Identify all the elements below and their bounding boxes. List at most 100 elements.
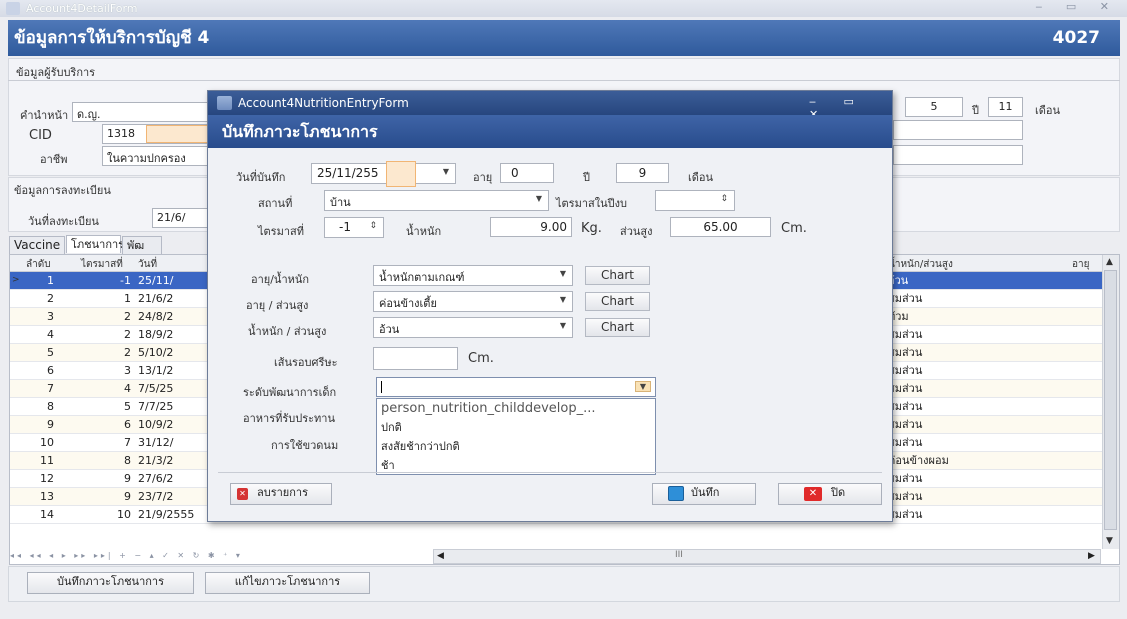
dialog-header: บันทึกภาวะโภชนาการ	[208, 115, 892, 148]
fiscal-quarter-spinner[interactable]: ⇕	[655, 190, 735, 211]
tab-development[interactable]: พัฒ	[122, 236, 162, 254]
age-weight-dropdown-icon[interactable]: ▼	[560, 269, 566, 278]
hscroll-left-icon[interactable]: ◀	[437, 551, 444, 561]
child-development-select[interactable]: ▼	[376, 377, 656, 397]
age-weight-value: น้ำหนักตามเกณฑ์	[379, 271, 465, 284]
cell-seq: 7	[47, 382, 54, 395]
occupation-label: อาชีพ	[40, 153, 68, 166]
age-height-dropdown-icon[interactable]: ▼	[560, 295, 566, 304]
hscroll-grip[interactable]: III	[675, 550, 683, 560]
age-year-field[interactable]: 0	[500, 163, 554, 183]
dropdown-option[interactable]: สงสัยช้ากว่าปกติ	[377, 437, 655, 456]
recipient-field-2[interactable]	[893, 120, 1023, 140]
cell-seq: 13	[40, 490, 54, 503]
cell-date: 5/10/2	[138, 346, 174, 359]
close-label: ปิด	[831, 486, 846, 499]
edit-nutrition-button[interactable]: แก้ไขภาวะโภชนาการ	[205, 572, 370, 594]
age-weight-label: อายุ/น้ำหนัก	[251, 273, 310, 286]
cell-q: -1	[120, 274, 131, 287]
registration-date-field[interactable]: 21/6/	[152, 208, 212, 228]
cell-wh: ค่อนข้างผอม	[888, 454, 949, 467]
age-height-chart-button[interactable]: Chart	[585, 292, 650, 311]
place-select[interactable]: บ้าน ▼	[324, 190, 549, 211]
cell-date: 24/8/2	[138, 310, 174, 323]
age-weight-select[interactable]: น้ำหนักตามเกณฑ์ ▼	[373, 265, 573, 286]
scroll-thumb[interactable]	[1104, 270, 1117, 530]
height-field[interactable]: 65.00	[670, 217, 771, 237]
month-label: เดือน	[1035, 104, 1061, 117]
window-controls[interactable]: ‒ ▭ ✕	[1035, 0, 1119, 13]
cell-date: 21/9/2555	[138, 508, 195, 521]
cell-date: 13/1/2	[138, 364, 174, 377]
col-age[interactable]: อายุ	[1072, 257, 1089, 272]
close-button[interactable]: ปิด	[778, 483, 882, 505]
age-height-label: อายุ / ส่วนสูง	[246, 299, 309, 312]
spinner-icon[interactable]: ⇕	[720, 194, 728, 204]
cell-date: 21/6/2	[138, 292, 174, 305]
hscroll-right-icon[interactable]: ▶	[1088, 551, 1095, 561]
height-label: ส่วนสูง	[620, 225, 653, 238]
weight-height-dropdown-icon[interactable]: ▼	[560, 321, 566, 330]
delete-label: ลบรายการ	[257, 486, 308, 499]
age-month-field[interactable]: 9	[616, 163, 669, 183]
age-height-select[interactable]: ค่อนข้างเตี้ย ▼	[373, 291, 573, 312]
col-seq[interactable]: ลำดับ	[26, 257, 51, 272]
cell-seq: 6	[47, 364, 54, 377]
date-dropdown-icon[interactable]: ▼	[443, 167, 449, 176]
weight-height-value: อ้วน	[379, 323, 400, 336]
age-year-field[interactable]: 11	[988, 97, 1023, 117]
head-cm-label: Cm.	[468, 351, 494, 366]
recipient-section-title: ข้อมูลผู้รับบริการ	[16, 66, 96, 79]
development-dropdown-list: person_nutrition_childdevelop_... ปกติ ส…	[376, 398, 656, 475]
weight-label: น้ำหนัก	[406, 225, 442, 238]
col-quarter[interactable]: ไตรมาสที่	[81, 257, 123, 272]
close-icon: ✕	[804, 487, 822, 501]
age-month-field[interactable]: 5	[905, 97, 963, 117]
scroll-up-icon[interactable]: ▲	[1106, 257, 1113, 267]
dropdown-option[interactable]: person_nutrition_childdevelop_...	[377, 399, 655, 418]
cell-q: 3	[124, 364, 131, 377]
age-label: อายุ	[473, 171, 493, 184]
weight-height-label: น้ำหนัก / ส่วนสูง	[248, 325, 327, 338]
quarter-spinner[interactable]: -1 ⇕	[324, 217, 384, 238]
age-weight-chart-button[interactable]: Chart	[585, 266, 650, 285]
quarter-spin-icon[interactable]: ⇕	[369, 221, 377, 231]
record-date-label: วันที่บันทึก	[236, 171, 286, 184]
cell-q: 7	[124, 436, 131, 449]
cell-date: 25/11/	[138, 274, 174, 287]
dev-dropdown-icon[interactable]: ▼	[634, 381, 651, 392]
tab-vaccine[interactable]: Vaccine	[9, 236, 65, 254]
prefix-field[interactable]: ด.ญ.	[72, 102, 212, 122]
cell-date: 31/12/	[138, 436, 174, 449]
cell-wh: สมส่วน	[888, 490, 923, 503]
weight-field[interactable]: 9.00	[490, 217, 572, 237]
weight-height-select[interactable]: อ้วน ▼	[373, 317, 573, 338]
cell-wh: สมส่วน	[888, 292, 923, 305]
occupation-field[interactable]: ในความปกครอง	[102, 146, 212, 166]
grid-navigator[interactable]: ◂◂ ◂◂ ◂ ▸ ▸▸ ▸▸| + − ▴ ✓ ✕ ↻ ✱ ⁺ ▾	[10, 548, 260, 564]
cid-label: CID	[29, 128, 52, 143]
save-nutrition-button[interactable]: บันทึกภาวะโภชนาการ	[27, 572, 194, 594]
age-height-value: ค่อนข้างเตี้ย	[379, 297, 437, 310]
col-weight-height[interactable]: น้ำหนัก/ส่วนสูง	[888, 257, 953, 272]
place-value: บ้าน	[330, 196, 351, 209]
grid-hscrollbar[interactable]	[433, 549, 1101, 564]
tab-nutrition[interactable]: โภชนาการ	[66, 235, 124, 253]
cell-wh: สมส่วน	[888, 472, 923, 485]
cell-wh: สมส่วน	[888, 364, 923, 377]
record-date-value: 25/11/255	[317, 166, 379, 180]
scroll-down-icon[interactable]: ▼	[1106, 536, 1113, 546]
place-dropdown-icon[interactable]: ▼	[536, 194, 542, 203]
head-circ-field[interactable]	[373, 347, 458, 370]
weight-height-chart-button[interactable]: Chart	[585, 318, 650, 337]
dialog-footer-divider	[218, 472, 882, 473]
dropdown-option[interactable]: ปกติ	[377, 418, 655, 437]
window-title: Account4DetailForm	[26, 2, 138, 15]
record-date-picker[interactable]: 25/11/255 ▼	[311, 163, 456, 184]
col-date[interactable]: วันที่	[138, 257, 157, 272]
page-title: ข้อมูลการให้บริการบัญชี 4	[14, 28, 210, 48]
recipient-field-3[interactable]	[893, 145, 1023, 165]
place-label: สถานที่	[258, 197, 293, 210]
nutrition-entry-dialog: Account4NutritionEntryForm ‒ ▭ ✕ บันทึกภ…	[207, 90, 893, 522]
cell-seq: 1	[47, 274, 54, 287]
